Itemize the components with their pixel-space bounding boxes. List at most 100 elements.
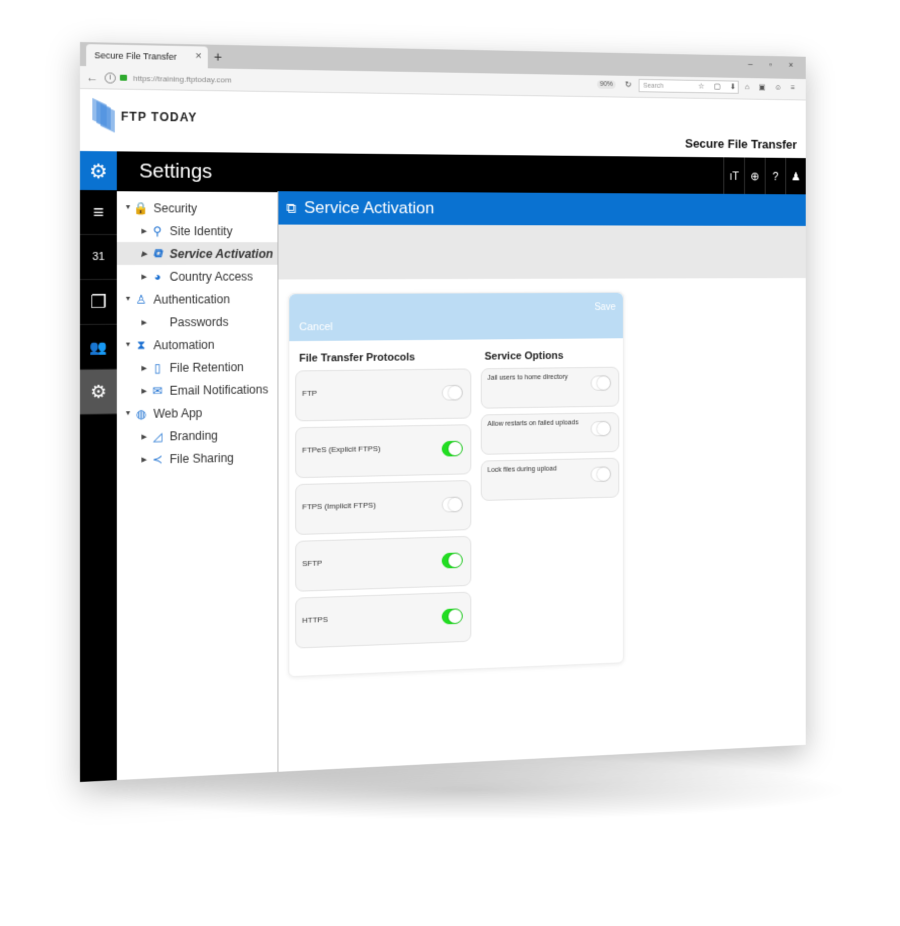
tree-item-icon: 🔒 bbox=[133, 200, 149, 215]
caret-right-icon[interactable]: ▶ bbox=[139, 364, 149, 372]
toggle-switch[interactable] bbox=[590, 466, 611, 483]
reload-icon[interactable]: ↻ bbox=[625, 80, 632, 91]
tree-item-icon: ◿ bbox=[152, 429, 163, 444]
close-tab-icon[interactable]: × bbox=[195, 50, 201, 62]
caret-down-icon[interactable]: ▼ bbox=[123, 410, 133, 417]
option-label: HTTPS bbox=[302, 615, 328, 625]
browser-window: Secure File Transfer × + – ▫ × ← i https… bbox=[80, 42, 806, 782]
section-title: Service Activation bbox=[304, 198, 435, 218]
section-header: ⧉ Service Activation bbox=[278, 191, 806, 226]
tree-item-site-identity[interactable]: ▶ ⚲ Site Identity bbox=[117, 219, 278, 242]
caret-down-icon[interactable]: ▼ bbox=[123, 204, 133, 211]
options-heading: Service Options bbox=[484, 350, 564, 363]
tree-item-file-retention[interactable]: ▶ ▯ File Retention bbox=[117, 355, 278, 380]
users-icon[interactable]: 👥 bbox=[80, 324, 117, 370]
toggle-switch[interactable] bbox=[590, 420, 611, 437]
back-arrow-icon[interactable]: ← bbox=[86, 70, 98, 84]
files-icon[interactable]: ❐ bbox=[80, 279, 117, 325]
tree-item-label: Country Access bbox=[169, 269, 254, 284]
calendar-icon[interactable]: 31 bbox=[80, 235, 117, 280]
url-field[interactable]: https://training.ftptoday.com bbox=[133, 73, 231, 84]
toggle-switch[interactable] bbox=[441, 608, 463, 625]
help-icon[interactable]: ? bbox=[764, 157, 786, 196]
tree-item-label: Passwords bbox=[169, 314, 229, 329]
tree-item-label: Web App bbox=[153, 405, 203, 421]
settings-bar: ⚙ Settings ıT ⊕ ? ♟ bbox=[80, 151, 806, 196]
caret-right-icon[interactable]: ▶ bbox=[139, 227, 149, 235]
text-size-icon[interactable]: ıT bbox=[723, 157, 745, 195]
tree-item-icon: ◕ bbox=[153, 269, 162, 284]
tree-item-icon: ⧉ bbox=[153, 246, 162, 260]
info-icon[interactable]: i bbox=[104, 71, 116, 84]
option-row: Lock files during upload bbox=[480, 457, 620, 501]
protocols-column: File Transfer Protocols FTP FTPeS (Explic… bbox=[295, 351, 472, 654]
gray-band bbox=[278, 224, 806, 280]
tree-item-icon: ✉ bbox=[152, 383, 163, 398]
card-action-bar: Cancel Save bbox=[289, 292, 623, 342]
toggle-switch[interactable] bbox=[590, 375, 611, 391]
tree-item-country-access[interactable]: ▶ ◕ Country Access bbox=[117, 265, 278, 288]
toggle-switch[interactable] bbox=[441, 496, 463, 513]
page-title: Settings bbox=[139, 160, 213, 183]
tree-item-email-notifications[interactable]: ▶ ✉ Email Notifications bbox=[117, 378, 278, 403]
browser-toolbar-icons[interactable]: ☆ ▢ ⬇ ⌂ ▣ ☺ ≡ bbox=[698, 82, 799, 92]
brand-title: Secure File Transfer bbox=[685, 136, 797, 152]
ftp-today-logo[interactable]: FTP TODAY bbox=[92, 97, 197, 133]
option-row: FTPS (Implicit FTPS) bbox=[295, 480, 472, 535]
app-header: FTP TODAY Secure File Transfer bbox=[80, 89, 806, 159]
save-button[interactable]: Save bbox=[594, 302, 615, 313]
tree-item-icon: ⧗ bbox=[136, 337, 146, 352]
header-icons: ıT ⊕ ? ♟ bbox=[723, 157, 806, 196]
option-label: Allow restarts on failed uploads bbox=[487, 419, 579, 428]
tree-item-label: File Sharing bbox=[169, 450, 234, 466]
option-row: FTP bbox=[295, 368, 472, 422]
tree-item-security[interactable]: ▼ 🔒 Security bbox=[117, 196, 278, 219]
logo-mark-icon bbox=[92, 97, 115, 133]
tree-item-web-app[interactable]: ▼ ◍ Web App bbox=[117, 400, 278, 425]
caret-right-icon[interactable]: ▶ bbox=[139, 455, 149, 463]
browser-tab[interactable]: Secure File Transfer × bbox=[86, 44, 208, 69]
tree-item-branding[interactable]: ▶ ◿ Branding bbox=[117, 423, 278, 449]
caret-right-icon[interactable]: ▶ bbox=[139, 318, 149, 326]
service-card: Cancel Save File Transfer Protocols FTP F… bbox=[288, 291, 624, 678]
caret-right-icon[interactable]: ▶ bbox=[139, 432, 149, 440]
caret-down-icon[interactable]: ▼ bbox=[123, 342, 133, 349]
service-activation-icon: ⧉ bbox=[286, 199, 297, 216]
stage: Secure File Transfer × + – ▫ × ← i https… bbox=[0, 0, 900, 926]
tree-item-label: Email Notifications bbox=[169, 382, 269, 398]
caret-right-icon[interactable]: ▶ bbox=[139, 272, 149, 280]
caret-down-icon[interactable]: ▼ bbox=[123, 296, 133, 303]
option-label: FTP bbox=[302, 388, 317, 398]
caret-right-icon[interactable]: ▶ bbox=[139, 250, 149, 258]
toggle-switch[interactable] bbox=[441, 440, 463, 457]
settings-icon[interactable]: ⚙ bbox=[80, 369, 117, 415]
option-row: SFTP bbox=[295, 535, 472, 592]
zoom-level-badge[interactable]: 90% bbox=[597, 80, 616, 89]
tree-item-file-sharing[interactable]: ▶ ≺ File Sharing bbox=[117, 445, 278, 471]
toggle-switch[interactable] bbox=[441, 384, 463, 401]
cancel-button[interactable]: Cancel bbox=[299, 321, 333, 333]
user-icon[interactable]: ♟ bbox=[785, 157, 806, 196]
tree-item-automation[interactable]: ▼ ⧗ Automation bbox=[117, 332, 278, 356]
tree-item-authentication[interactable]: ▼ ♙ Authentication bbox=[117, 287, 278, 310]
tree-item-service-activation[interactable]: ▶ ⧉ Service Activation bbox=[116, 242, 278, 265]
protocols-heading: File Transfer Protocols bbox=[299, 351, 416, 365]
settings-gear-icon[interactable]: ⚙ bbox=[80, 151, 117, 192]
tree-item-icon: ⚲ bbox=[153, 223, 162, 238]
globe-icon[interactable]: ⊕ bbox=[744, 157, 765, 196]
tab-title: Secure File Transfer bbox=[94, 50, 177, 62]
toggle-switch[interactable] bbox=[441, 552, 463, 569]
tree-item-label: File Retention bbox=[169, 359, 244, 375]
tree-item-label: Authentication bbox=[153, 291, 230, 307]
tree-item-passwords[interactable]: ▶ Passwords bbox=[117, 310, 278, 334]
settings-tree: ▼ 🔒 Security ▶ ⚲ Site Identity ▶ ⧉ Service Activ… bbox=[116, 190, 279, 781]
tree-item-icon: ▯ bbox=[154, 360, 161, 375]
tree-item-label: Automation bbox=[153, 337, 215, 352]
new-tab-button[interactable]: + bbox=[214, 49, 222, 65]
caret-right-icon[interactable]: ▶ bbox=[139, 387, 149, 395]
tree-item-label: Security bbox=[153, 200, 198, 215]
tree-item-icon: ◍ bbox=[135, 406, 147, 421]
menu-icon[interactable]: ≡ bbox=[80, 190, 117, 236]
tree-item-label: Service Activation bbox=[169, 246, 274, 261]
window-controls[interactable]: – ▫ × bbox=[748, 59, 800, 69]
